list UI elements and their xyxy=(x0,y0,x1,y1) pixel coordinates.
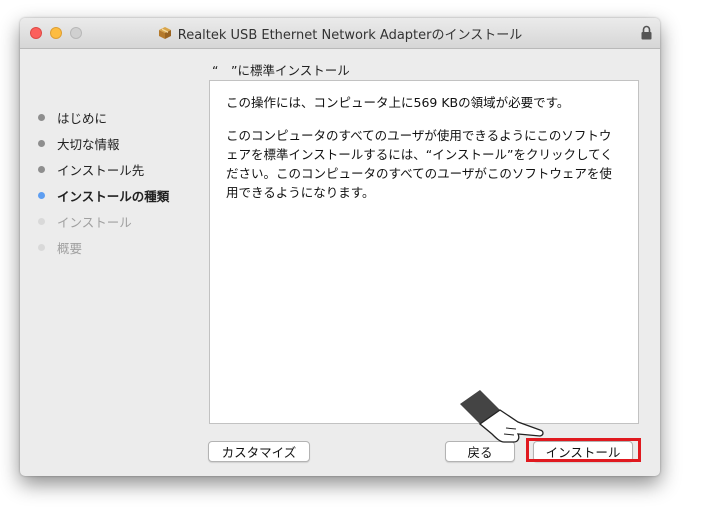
step-label: 大切な情報 xyxy=(57,136,120,152)
step-dot xyxy=(38,165,45,173)
install-highlight-box xyxy=(526,438,641,462)
step-read-me: 大切な情報 xyxy=(38,130,208,156)
step-dot xyxy=(38,243,45,251)
install-description-text: このコンピュータのすべてのユーザが使用できるようにこのソフトウェアを標準インスト… xyxy=(226,128,613,200)
window-title: Realtek USB Ethernet Network Adapterのインス… xyxy=(177,27,523,43)
step-destination: インストール先 xyxy=(38,156,208,182)
step-summary: 概要 xyxy=(38,234,208,260)
steps-sidebar: はじめに 大切な情報 インストール先 インストールの種類 インストール 概要 xyxy=(38,104,208,260)
step-installation: インストール xyxy=(38,208,208,234)
pane-subtitle: “ ”に標準インストール xyxy=(212,63,350,78)
step-label: インストール先 xyxy=(57,162,145,178)
step-introduction: はじめに xyxy=(38,104,208,130)
step-dot xyxy=(38,217,45,225)
step-dot-current xyxy=(38,191,45,199)
step-label: インストール xyxy=(57,214,132,230)
content-pane: この操作には、コンピュータ上に569 KBの領域が必要です。 このコンピュータの… xyxy=(209,80,639,424)
step-dot xyxy=(38,139,45,147)
package-icon xyxy=(158,27,171,39)
step-label: 概要 xyxy=(57,240,83,256)
window-title-wrap: Realtek USB Ethernet Network Adapterのインス… xyxy=(20,18,660,48)
step-dot xyxy=(38,113,45,121)
step-label: インストールの種類 xyxy=(57,188,170,204)
customize-button[interactable]: カスタマイズ xyxy=(208,441,310,462)
step-label: はじめに xyxy=(57,110,108,126)
space-required-text: この操作には、コンピュータ上に569 KBの領域が必要です。 xyxy=(226,95,570,110)
step-installation-type: インストールの種類 xyxy=(38,182,208,208)
lock-icon[interactable] xyxy=(641,25,652,40)
title-bar[interactable]: Realtek USB Ethernet Network Adapterのインス… xyxy=(20,18,660,49)
installer-window: Realtek USB Ethernet Network Adapterのインス… xyxy=(20,18,660,476)
